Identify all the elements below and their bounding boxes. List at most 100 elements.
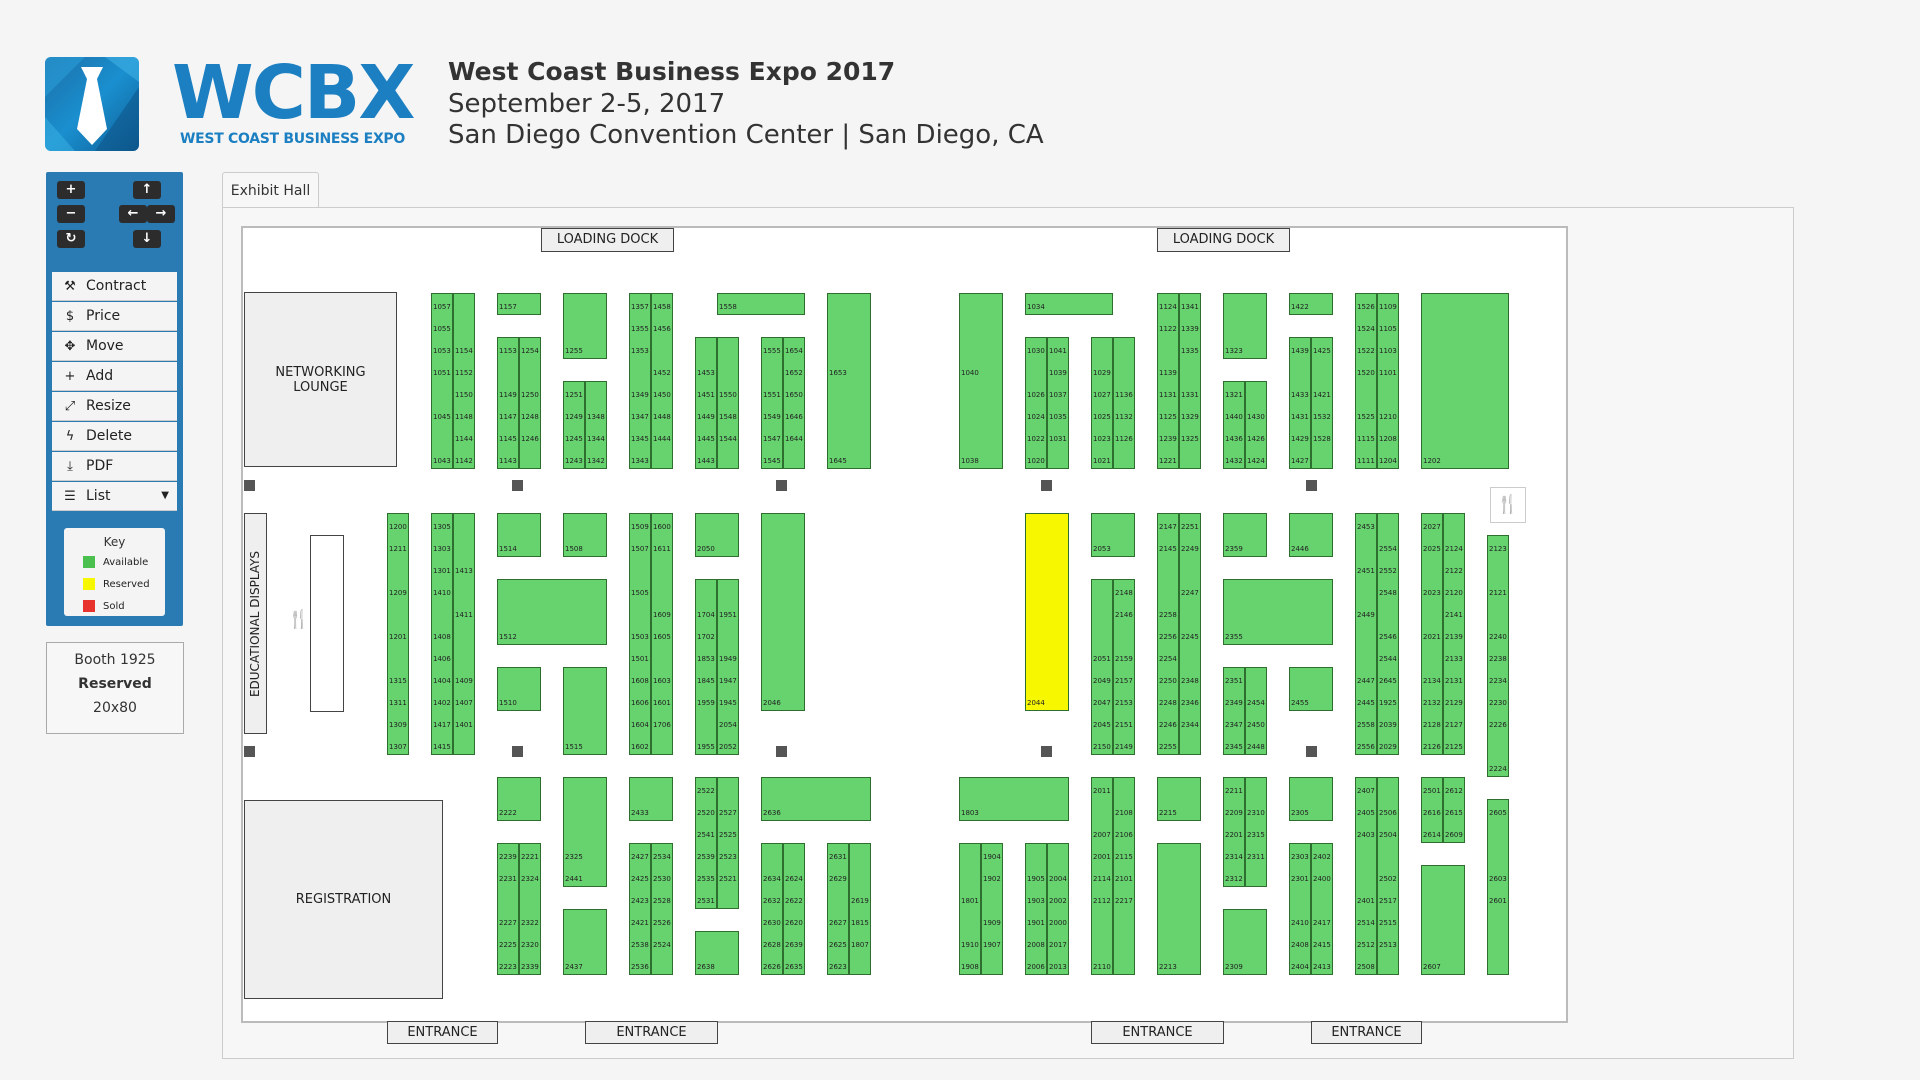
booth[interactable] [1025,843,1047,975]
booth[interactable] [1311,337,1333,469]
booth-number: 1027 [1093,391,1111,399]
educational-displays-label: EDUCATIONAL DISPLAYS [248,550,263,697]
booth-number: 1431 [1291,413,1309,421]
booth[interactable] [1047,337,1069,469]
booth[interactable] [1047,843,1069,975]
booth[interactable] [497,337,519,469]
booth[interactable] [1421,865,1465,975]
booth-number: 2301 [1291,875,1309,883]
booth-number: 2147 [1159,523,1177,531]
booth-number: 2215 [1159,809,1177,817]
booth[interactable] [519,843,541,975]
pillar [1306,746,1317,757]
booth[interactable] [761,513,805,711]
booth[interactable] [585,381,607,469]
booth[interactable] [629,843,651,975]
booth-number: 2303 [1291,853,1309,861]
booth[interactable] [827,293,871,469]
booth[interactable] [1245,667,1267,755]
booth-number: 1407 [455,699,473,707]
booth[interactable] [761,843,783,975]
booth[interactable] [959,843,981,975]
booth-number: 2128 [1423,721,1441,729]
booth-number: 1101 [1379,369,1397,377]
booth-number: 1311 [389,699,407,707]
booth[interactable] [431,293,453,469]
booth-number: 2325 [565,853,583,861]
booth-number: 1343 [631,457,649,465]
networking-lounge[interactable]: NETWORKING LOUNGE [244,292,397,467]
booth-number: 2011 [1093,787,1111,795]
booth[interactable] [1157,843,1201,975]
booth-number: 1908 [961,963,979,971]
booth-number: 2541 [697,831,715,839]
booth[interactable] [981,843,1003,975]
booth[interactable] [497,843,519,975]
booth[interactable] [783,337,805,469]
booth[interactable] [453,513,475,755]
booth[interactable] [827,843,849,975]
booth-number: 1432 [1225,457,1243,465]
booth[interactable] [1355,513,1377,755]
booth-number: 2234 [1489,677,1507,685]
booth-number: 2225 [499,941,517,949]
booth[interactable] [959,293,1003,469]
booth-number: 2141 [1445,611,1463,619]
booth-number: 1131 [1159,391,1177,399]
booth[interactable] [1311,843,1333,975]
booth-number: 1702 [697,633,715,641]
booth-number: 2629 [829,875,847,883]
booth[interactable] [695,579,717,755]
booth[interactable] [1091,337,1113,469]
booth-number: 2514 [1357,919,1375,927]
booth[interactable] [563,777,607,887]
booth-number: 2527 [719,809,737,817]
booth-number: 1349 [631,391,649,399]
booth[interactable] [1487,799,1509,975]
booth[interactable] [1289,843,1311,975]
booth[interactable] [717,337,739,469]
booth-number: 1045 [433,413,451,421]
booth-number: 1449 [697,413,715,421]
booth-number: 1022 [1027,435,1045,443]
booth[interactable] [563,667,607,755]
booth[interactable] [1025,337,1047,469]
booth-number: 2501 [1423,787,1441,795]
booth-number: 2112 [1093,897,1111,905]
booth-number: 2314 [1225,853,1243,861]
booth[interactable] [651,843,673,975]
booth[interactable] [1245,381,1267,469]
booth-number: 2347 [1225,721,1243,729]
booth-number: 1210 [1379,413,1397,421]
booth[interactable] [1421,293,1509,469]
booth[interactable] [717,777,739,909]
booth[interactable] [1025,513,1069,711]
pillar [776,746,787,757]
booth-number: 2534 [653,853,671,861]
booth-number: 2522 [697,787,715,795]
booth[interactable] [519,337,541,469]
booth[interactable] [695,337,717,469]
booth-number: 2423 [631,897,649,905]
booth[interactable] [695,777,717,909]
booth-number: 1524 [1357,325,1375,333]
booth[interactable] [1289,337,1311,469]
booth-number: 2605 [1489,809,1507,817]
booth-number: 1443 [697,457,715,465]
booth-number: 2530 [653,875,671,883]
booth[interactable] [761,337,783,469]
booth-number: 2134 [1423,677,1441,685]
booth-number: 1433 [1291,391,1309,399]
booth-number: 1505 [631,589,649,597]
booth[interactable] [1113,337,1135,469]
educational-displays[interactable]: EDUCATIONAL DISPLAYS [244,513,267,734]
booth-number: 1254 [521,347,539,355]
booth-number: 1154 [455,347,473,355]
booth[interactable] [783,843,805,975]
booth[interactable] [849,843,871,975]
registration[interactable]: REGISTRATION [244,800,443,999]
booth-number: 1144 [455,435,473,443]
booth-number: 1021 [1093,457,1111,465]
booth-number: 1124 [1159,303,1177,311]
booth-number: 1139 [1159,369,1177,377]
